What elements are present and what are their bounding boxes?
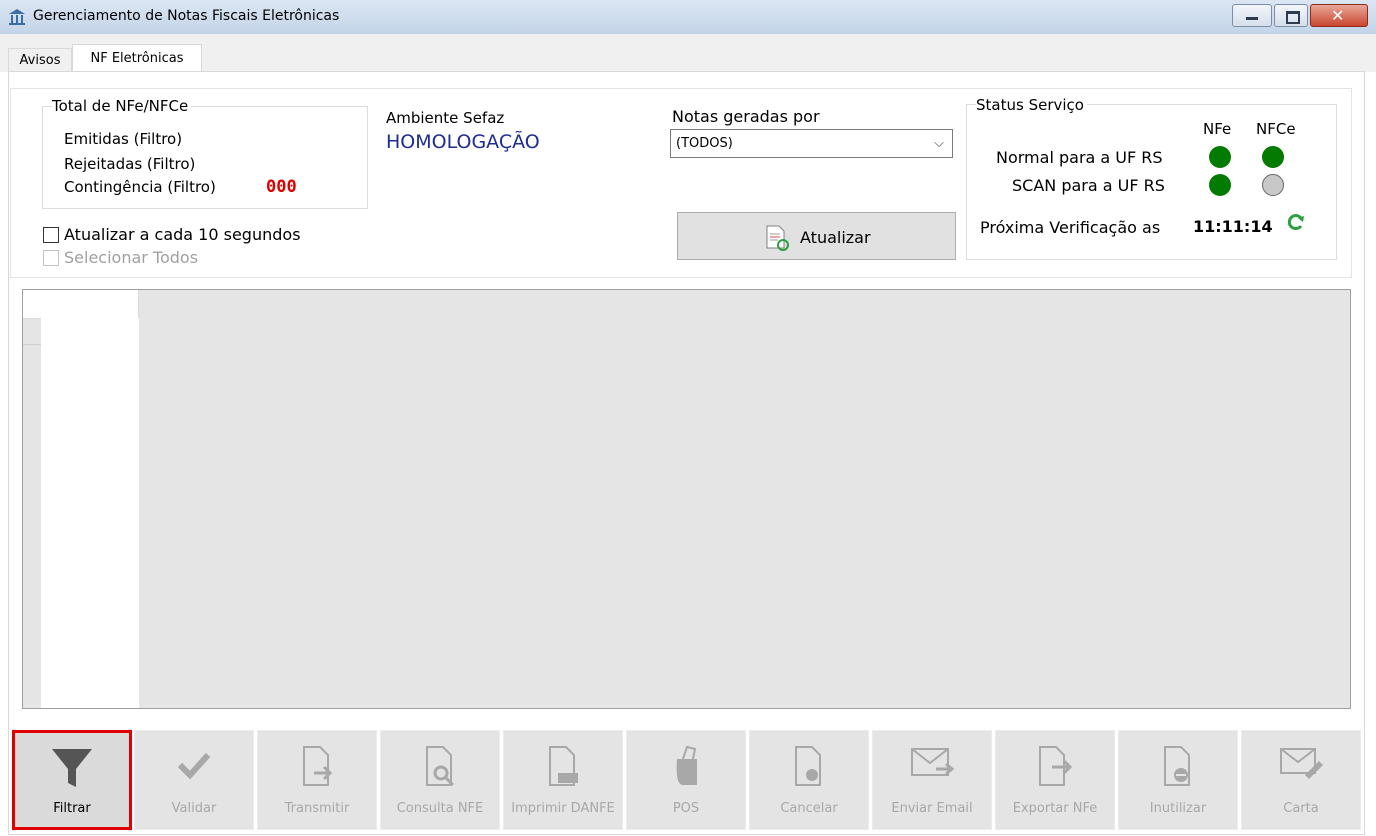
minimize-button[interactable]	[1232, 4, 1272, 27]
pos-label: POS	[672, 801, 700, 816]
nfce-scan-status-indicator	[1262, 174, 1284, 196]
action-toolbar: Filtrar Validar Transmitir Consulta NFE …	[10, 728, 1362, 832]
tab-nf-eletronicas[interactable]: NF Eletrônicas	[72, 44, 202, 72]
tab-strip	[0, 34, 1376, 72]
totals-legend: Total de NFe/NFCe	[52, 97, 192, 115]
contingencia-label: Contingência (Filtro)	[64, 178, 216, 196]
notes-grid[interactable]	[22, 289, 1351, 709]
notas-select-value: (TODOS)	[676, 136, 733, 151]
rejeitadas-label: Rejeitadas (Filtro)	[64, 155, 196, 173]
contingencia-value: 000	[266, 177, 297, 197]
enviar-email-button[interactable]: Enviar Email	[872, 730, 992, 830]
inutilizar-button[interactable]: Inutilizar	[1118, 730, 1238, 830]
funnel-icon	[52, 749, 92, 787]
nfe-normal-status-indicator	[1209, 146, 1231, 168]
document-search-icon	[426, 746, 455, 787]
grid-first-column	[41, 318, 139, 708]
tab-avisos[interactable]: Avisos	[8, 48, 72, 72]
validar-label: Validar	[171, 801, 217, 816]
transmitir-button[interactable]: Transmitir	[257, 730, 377, 830]
exportar-nfe-label: Exportar NFe	[1012, 801, 1098, 816]
nfe-scan-status-indicator	[1209, 174, 1231, 196]
selecionar-todos-checkbox[interactable]	[43, 250, 59, 266]
imprimir-danfe-label: Imprimir DANFE	[511, 801, 615, 816]
exportar-nfe-button[interactable]: Exportar NFe	[995, 730, 1115, 830]
notas-label: Notas geradas por	[672, 107, 820, 126]
filtrar-label: Filtrar	[53, 801, 91, 816]
refresh-icon[interactable]	[1286, 212, 1306, 232]
carta-label: Carta	[1283, 801, 1319, 816]
nfce-normal-status-indicator	[1262, 146, 1284, 168]
grid-header-cell	[23, 290, 139, 319]
atualizar-label: Atualizar a cada 10 segundos	[64, 225, 301, 244]
maximize-icon	[1286, 11, 1300, 24]
close-icon: ✕	[1331, 6, 1345, 25]
checkmark-icon	[177, 752, 211, 780]
selecionar-todos-label: Selecionar Todos	[64, 248, 199, 267]
normal-label: Normal para a UF RS	[996, 148, 1163, 167]
app-icon	[9, 9, 25, 25]
notas-select[interactable]: (TODOS) ⌵	[670, 129, 953, 158]
emitidas-label: Emitidas (Filtro)	[64, 130, 183, 148]
carta-button[interactable]: Carta	[1241, 730, 1361, 830]
status-col-nfe: NFe	[1203, 120, 1232, 138]
document-export-icon	[1039, 746, 1073, 786]
window-title: Gerenciamento de Notas Fiscais Eletrônic…	[33, 8, 340, 24]
cancelar-label: Cancelar	[780, 801, 838, 816]
status-legend: Status Serviço	[976, 96, 1087, 114]
consulta-nfe-button[interactable]: Consulta NFE	[380, 730, 500, 830]
email-send-icon	[911, 748, 954, 776]
scan-label: SCAN para a UF RS	[1012, 176, 1165, 195]
pos-button[interactable]: POS	[626, 730, 746, 830]
ambiente-value: HOMOLOGAÇÃO	[386, 131, 540, 153]
document-print-icon	[549, 746, 578, 786]
proxima-label: Próxima Verificação as	[980, 218, 1161, 237]
cancelar-button[interactable]: Cancelar	[749, 730, 869, 830]
consulta-nfe-label: Consulta NFE	[396, 801, 484, 816]
atualizar-checkbox[interactable]	[43, 227, 59, 243]
minimize-icon	[1246, 17, 1258, 20]
atualizar-button[interactable]: Atualizar	[677, 212, 956, 260]
document-refresh-icon	[766, 225, 789, 251]
maximize-button[interactable]	[1274, 4, 1308, 27]
atualizar-button-label: Atualizar	[800, 228, 871, 247]
enviar-email-label: Enviar Email	[891, 801, 973, 816]
transmitir-label: Transmitir	[284, 801, 350, 816]
validar-button[interactable]: Validar	[134, 730, 254, 830]
ambiente-label: Ambiente Sefaz	[386, 109, 505, 127]
document-disable-icon	[1164, 746, 1190, 786]
grid-row-marker	[23, 344, 41, 345]
title-bar: Gerenciamento de Notas Fiscais Eletrônic…	[0, 0, 1376, 35]
proxima-time: 11:11:14	[1193, 217, 1273, 236]
document-arrow-icon	[303, 746, 333, 786]
chevron-down-icon: ⌵	[934, 136, 944, 151]
close-button[interactable]: ✕	[1310, 4, 1368, 27]
document-cancel-icon	[795, 746, 821, 786]
inutilizar-label: Inutilizar	[1149, 801, 1207, 816]
filtrar-button[interactable]: Filtrar	[12, 730, 132, 830]
envelope-pen-icon	[1280, 748, 1323, 779]
pos-printer-icon	[676, 745, 697, 785]
status-col-nfce: NFCe	[1256, 120, 1296, 138]
imprimir-danfe-button[interactable]: Imprimir DANFE	[503, 730, 623, 830]
